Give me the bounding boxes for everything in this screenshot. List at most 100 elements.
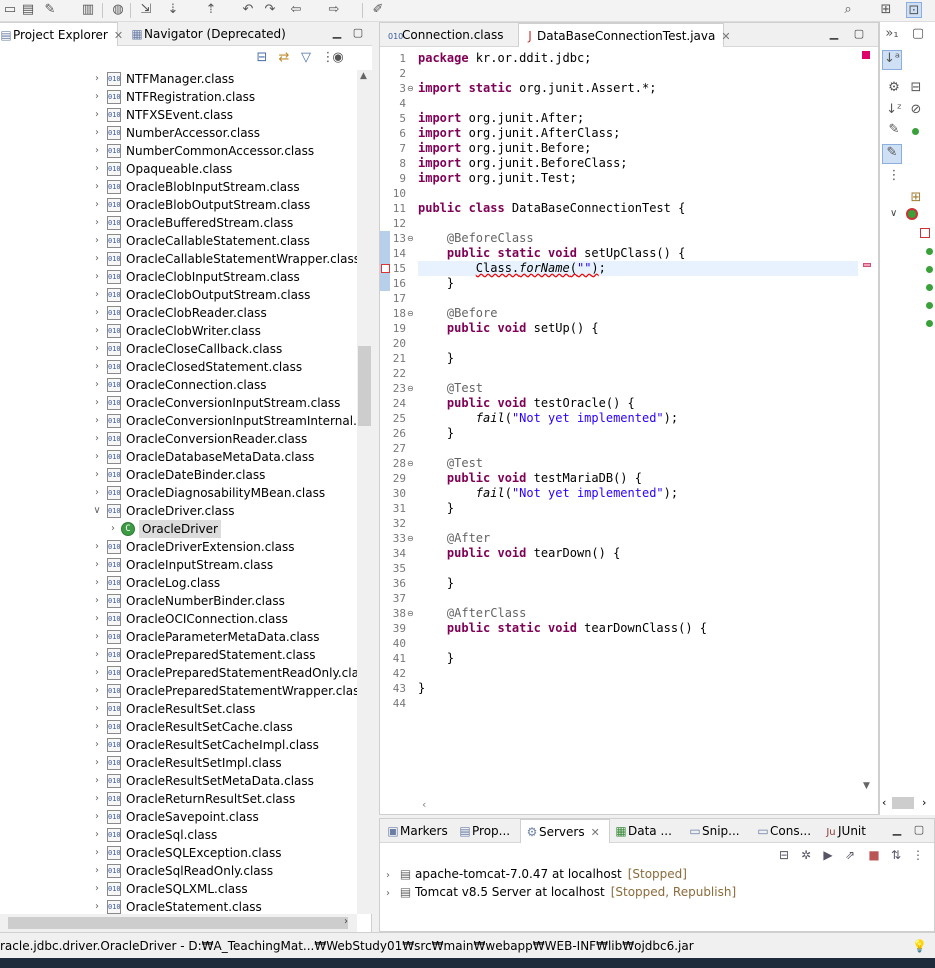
tree-item[interactable]: › 010 OracleInputStream.class [0,556,357,574]
maximize-icon[interactable]: ▢ [912,823,926,837]
chevron-down-icon[interactable]: ∨ [890,208,897,219]
chevron-right-icon[interactable]: › [108,520,118,538]
code-line[interactable]: public class DataBaseConnectionTest { [418,201,858,216]
scroll-left-icon[interactable]: ‹ [882,796,886,809]
tree-item[interactable]: › 010 OracleClobWriter.class [0,322,357,340]
fold-toggle-icon[interactable]: ⊖ [407,606,414,621]
tab-properties[interactable]: ▤Prop... [454,819,516,843]
tree-item[interactable]: › 010 OracleStatement.class [0,898,357,914]
chevron-right-icon[interactable]: › [92,754,102,772]
code-line[interactable]: } [418,681,858,696]
chevron-right-icon[interactable]: › [92,142,102,160]
tree-item[interactable]: › 010 OracleBlobOutputStream.class [0,196,357,214]
next-annotation-icon[interactable]: ⇣ [165,2,181,18]
tree-item[interactable]: › 010 OracleNumberBinder.class [0,592,357,610]
new-icon[interactable]: ▭ [2,2,18,18]
tree-item[interactable]: › 010 OracleBlobInputStream.class [0,178,357,196]
chevron-right-icon[interactable]: › [92,628,102,646]
code-line[interactable]: @After [418,531,858,546]
forward-arrow-icon[interactable]: ⇨ [326,2,342,18]
chevron-right-icon[interactable]: › [92,808,102,826]
chevron-right-icon[interactable]: › [92,412,102,430]
chevron-right-icon[interactable]: › [92,556,102,574]
code-line[interactable]: } [418,576,858,591]
tree-item[interactable]: › 010 NumberAccessor.class [0,124,357,142]
start-server-icon[interactable]: ▶ [820,847,836,863]
chevron-right-icon[interactable]: › [92,304,102,322]
method-icon[interactable] [926,266,933,273]
tab-servers[interactable]: ⚙ Servers ✕ [520,819,610,843]
code-line[interactable] [418,96,858,111]
code-line[interactable]: } [418,351,858,366]
scroll-left-icon[interactable]: ‹ [422,798,426,811]
tree-item[interactable]: › 010 OracleClobOutputStream.class [0,286,357,304]
tree-item[interactable]: › 010 OracleResultSet.class [0,700,357,718]
chevron-right-icon[interactable]: › [92,538,102,556]
tab-snippets[interactable]: ▭Snip... [684,819,746,843]
forward-edit-icon[interactable]: ↷ [262,2,278,18]
tree-item[interactable]: › 010 NTFRegistration.class [0,88,357,106]
sort-icon[interactable]: ↓ᵃ [882,50,902,70]
tree-item[interactable]: › 010 OracleSavepoint.class [0,808,357,826]
sort-alpha-icon[interactable]: ↓ᶻ [886,102,902,118]
code-line[interactable] [418,636,858,651]
tree-item[interactable]: › 010 OracleOCIConnection.class [0,610,357,628]
chevron-right-icon[interactable]: › [92,124,102,142]
chevron-down-icon[interactable]: ∨ [92,502,102,520]
tree-item[interactable]: › 010 OraclePreparedStatementWrapper.class [0,682,357,700]
chevron-right-icon[interactable]: › [92,646,102,664]
code-line[interactable] [418,366,858,381]
chevron-right-icon[interactable]: › [92,340,102,358]
collapse-icon[interactable]: ⊟ [776,847,792,863]
method-icon[interactable] [926,320,933,327]
scroll-thumb[interactable] [892,797,914,809]
close-icon[interactable]: ✕ [114,29,123,42]
tree-item[interactable]: › 010 OracleResultSetCache.class [0,718,357,736]
chevron-right-icon[interactable]: › [92,160,102,178]
tree-item[interactable]: › 010 OracleCallableStatement.class [0,232,357,250]
chevron-right-icon[interactable]: › [386,888,390,899]
tree-item[interactable]: › 010 OracleConversionInputStreamInternal.… [0,412,357,430]
code-line[interactable]: import org.junit.AfterClass; [418,126,858,141]
code-line[interactable]: } [418,501,858,516]
method-icon[interactable] [926,248,933,255]
chevron-right-icon[interactable]: › [92,862,102,880]
chevron-right-icon[interactable]: › [92,250,102,268]
code-line[interactable]: } [418,651,858,666]
tab-navigator[interactable]: ▦Navigator (Deprecated) [126,22,286,46]
explorer-horizontal-scrollbar[interactable]: › [0,914,357,932]
error-method-icon[interactable] [920,228,930,238]
code-line[interactable]: public void testMariaDB() { [418,471,858,486]
chevron-right-icon[interactable]: › [92,178,102,196]
chevron-right-icon[interactable]: › [92,826,102,844]
prev-annotation-icon[interactable]: ⇡ [203,2,219,18]
code-line[interactable]: public static void setUpClass() { [418,246,858,261]
chevron-right-icon[interactable]: › [92,466,102,484]
chevron-right-icon[interactable]: › [92,106,102,124]
chevron-right-icon[interactable]: › [92,790,102,808]
close-icon[interactable]: ✕ [591,826,600,839]
code-line[interactable]: fail("Not yet implemented"); [418,411,858,426]
chevron-right-icon[interactable]: › [92,484,102,502]
chevron-right-icon[interactable]: › [92,574,102,592]
method-icon[interactable] [926,302,933,309]
tree-item[interactable]: › 010 OracleSQLXML.class [0,880,357,898]
code-line[interactable] [418,696,858,711]
maximize-icon[interactable]: ▢ [852,27,866,41]
tree-item[interactable]: › 010 Opaqueable.class [0,160,357,178]
chevron-right-icon[interactable]: › [92,322,102,340]
tree-item[interactable]: › 010 OracleDriverExtension.class [0,538,357,556]
fold-toggle-icon[interactable]: ⊖ [407,531,414,546]
tree-item[interactable]: › 010 OracleParameterMetaData.class [0,628,357,646]
debug-server-icon[interactable]: ✲ [798,847,814,863]
tab-connection-class[interactable]: 010Connection.class [384,23,510,47]
build-icon[interactable]: ⇲ [138,2,154,18]
tools-icon[interactable]: ✎ [42,2,58,18]
tab-junit[interactable]: Ju JUnit [820,819,880,843]
chevron-right-icon[interactable]: › [92,718,102,736]
view-icon[interactable]: ⚙ [886,80,902,96]
chevron-right-icon[interactable]: › [386,870,390,881]
chevron-right-icon[interactable]: › [92,772,102,790]
chevron-right-icon[interactable]: › [92,196,102,214]
restore-icon[interactable]: »₁ [884,26,900,42]
